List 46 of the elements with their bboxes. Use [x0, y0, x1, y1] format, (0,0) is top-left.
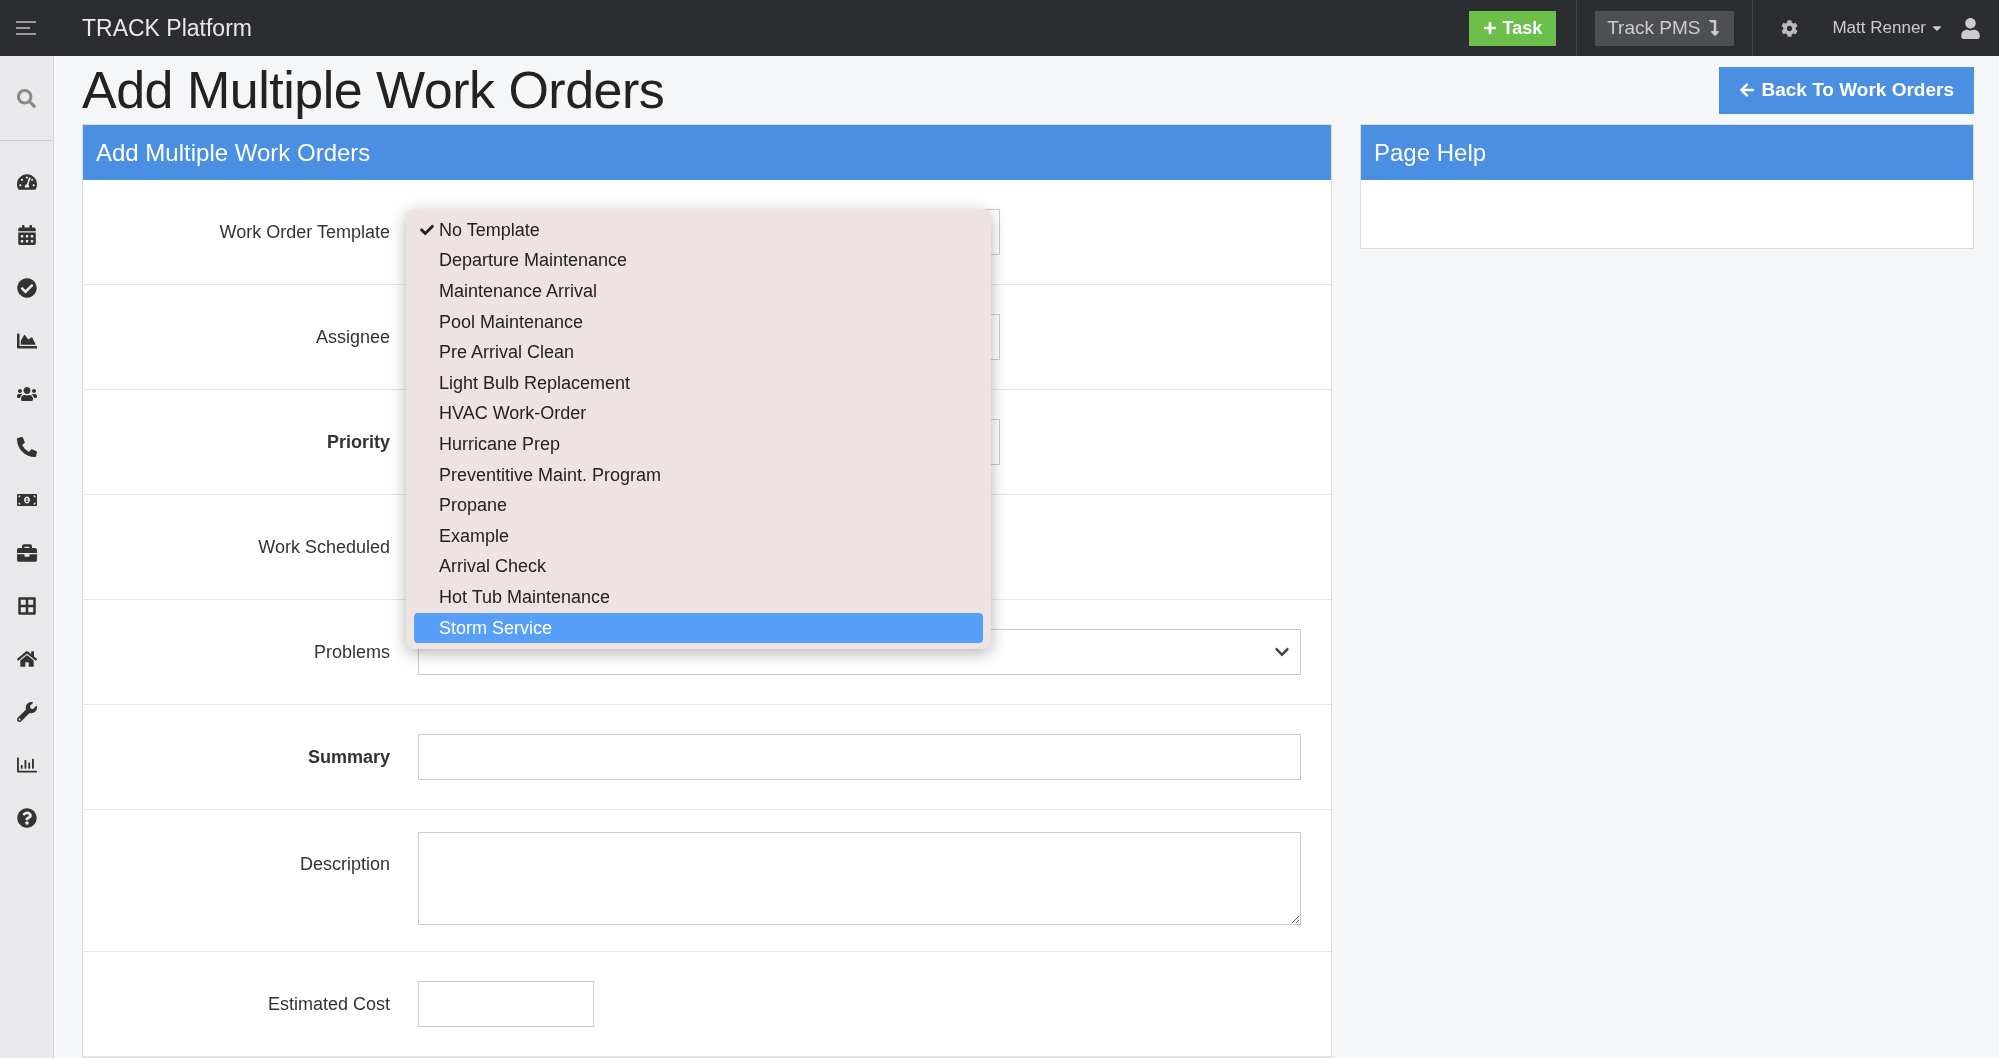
- page-title: Add Multiple Work Orders: [82, 60, 665, 120]
- app-title: TRACK Platform: [82, 14, 252, 41]
- dropdown-option[interactable]: No Template: [414, 215, 983, 246]
- home-icon[interactable]: [16, 648, 37, 669]
- dropdown-option[interactable]: Departure Maintenance: [414, 245, 983, 277]
- dropdown-option[interactable]: Pool Maintenance: [414, 306, 983, 338]
- calendar-icon[interactable]: [16, 224, 37, 245]
- dropdown-option[interactable]: Preventitive Maint. Program: [414, 459, 983, 491]
- dropdown-option[interactable]: Hot Tub Maintenance: [414, 582, 983, 613]
- dropdown-option[interactable]: Example: [414, 520, 983, 552]
- settings-icon[interactable]: [1781, 19, 1799, 37]
- dashboard-icon[interactable]: [16, 171, 37, 192]
- user-icon[interactable]: [1960, 17, 1981, 39]
- field-label: Assignee: [314, 326, 390, 348]
- field-label: Priority: [325, 431, 390, 453]
- dropdown-option[interactable]: Propane: [414, 490, 983, 521]
- briefcase-icon[interactable]: [16, 542, 37, 563]
- panel-header: Page Help: [1361, 125, 1973, 180]
- dropdown-option[interactable]: Hurricane Prep: [414, 429, 983, 460]
- grid-icon[interactable]: [16, 595, 37, 616]
- dropdown-option[interactable]: Pre Arrival Clean: [414, 337, 983, 368]
- arrow-left-icon: [1739, 82, 1756, 98]
- input-field[interactable]: [418, 734, 1301, 780]
- dropdown-option[interactable]: Light Bulb Replacement: [414, 367, 983, 399]
- search-icon[interactable]: [17, 88, 36, 108]
- field-label: Work Scheduled: [257, 536, 390, 558]
- field-label: Summary: [306, 746, 390, 768]
- textarea-field[interactable]: [418, 832, 1301, 925]
- field-label: Estimated Cost: [266, 993, 390, 1015]
- user-menu[interactable]: Matt Renner: [1826, 17, 1950, 39]
- field-label: Problems: [312, 641, 390, 663]
- panel-header: Add Multiple Work Orders: [83, 125, 1331, 180]
- field-label: Description: [298, 854, 390, 875]
- field-label: Work Order Template: [218, 221, 390, 243]
- wrench-icon[interactable]: [16, 701, 37, 722]
- dropdown-option[interactable]: Arrival Check: [414, 551, 983, 583]
- input-field[interactable]: [418, 981, 594, 1027]
- check-icon[interactable]: [16, 277, 37, 298]
- plus-icon: [1482, 21, 1497, 35]
- menu-icon[interactable]: [16, 20, 38, 36]
- track-pms-button[interactable]: Track PMS: [1595, 10, 1735, 46]
- dropdown-option[interactable]: Maintenance Arrival: [414, 276, 983, 307]
- check-icon: [420, 223, 434, 238]
- dropdown-option[interactable]: HVAC Work-Order: [414, 398, 983, 430]
- phone-icon[interactable]: [16, 436, 37, 457]
- help-icon[interactable]: [16, 807, 37, 828]
